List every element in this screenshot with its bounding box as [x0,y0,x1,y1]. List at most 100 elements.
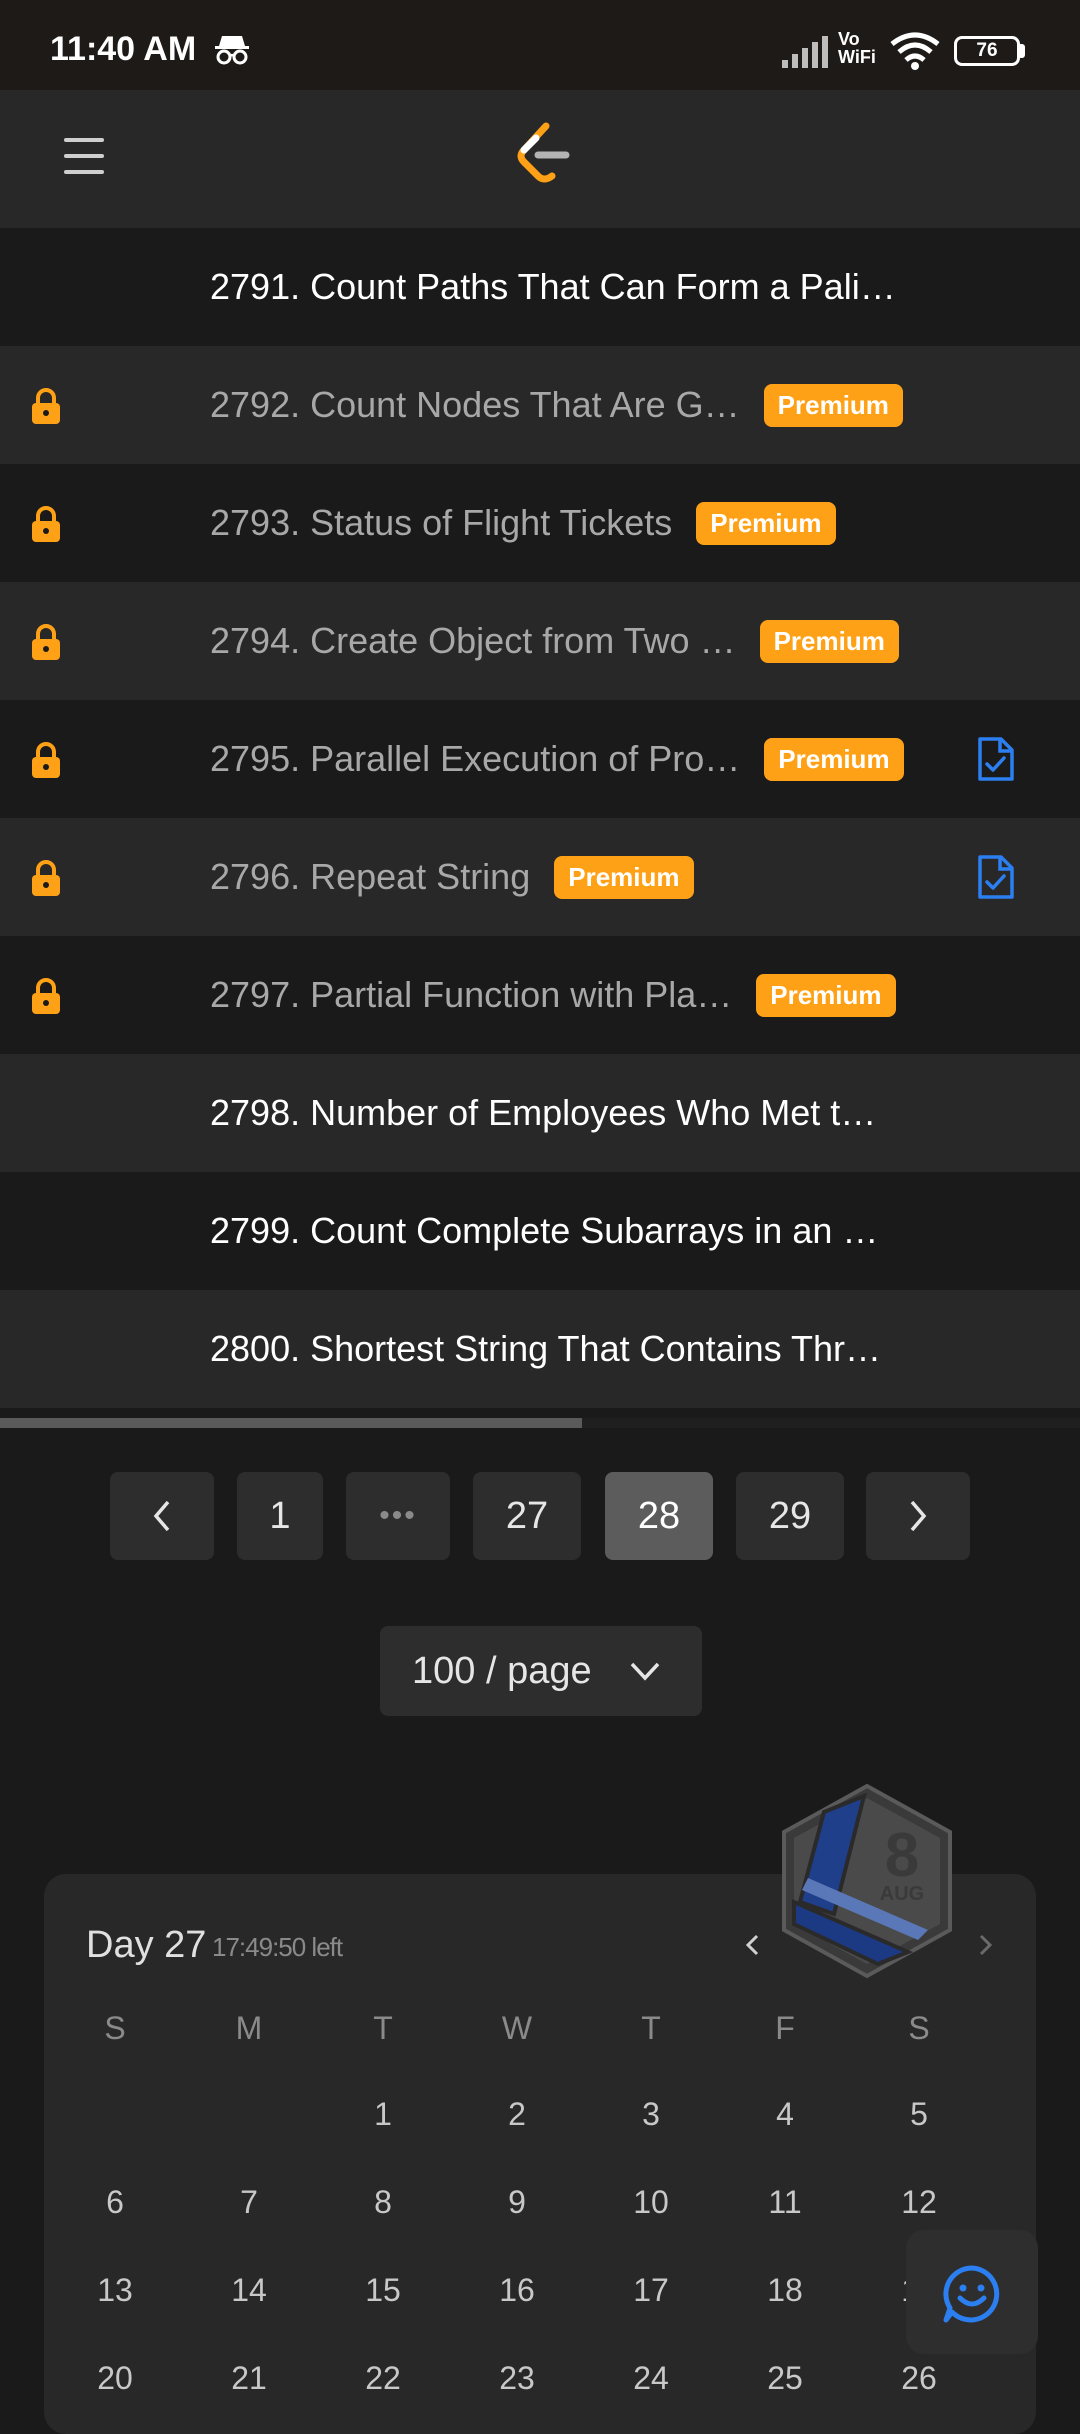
solution-document-icon[interactable] [974,736,1016,782]
calendar-day-cell[interactable]: 12 [879,2184,959,2221]
menu-line [64,138,104,142]
calendar-day-cell[interactable]: 4 [745,2096,825,2133]
problem-row[interactable]: 2791. Count Paths That Can Form a Pali… [0,228,1080,346]
battery-tip [1020,44,1025,58]
calendar-day-cell[interactable]: 3 [611,2096,691,2133]
calendar-day-cell[interactable]: 21 [209,2360,289,2397]
page-button-1[interactable]: 1 [237,1472,323,1560]
problem-row-content: 2792. Count Nodes That Are G… Premium [210,346,903,464]
chevron-right-icon [910,1500,927,1532]
chevron-left-icon [153,1500,170,1532]
problem-row[interactable]: 2794. Create Object from Two … Premium [0,582,1080,700]
page-ellipsis[interactable]: ••• [346,1472,450,1560]
vowifi-top: Vo [838,29,860,49]
premium-badge: Premium [764,737,904,781]
menu-line [64,170,104,174]
battery-icon: 76 [954,36,1020,66]
page-size-select[interactable]: 100 / page [380,1626,702,1716]
page-button-28-current[interactable]: 28 [605,1472,713,1560]
lock-icon [32,506,60,542]
problem-title[interactable]: 2798. Number of Employees Who Met t… [210,1092,876,1134]
status-bar: 11:40 AM Vo WiFi 76 [0,0,1080,90]
calendar-day-cell[interactable]: 9 [477,2184,557,2221]
calendar-day-cell[interactable]: 17 [611,2272,691,2309]
page-button-27[interactable]: 27 [473,1472,581,1560]
problem-row-content: 2795. Parallel Execution of Pro… Premium [210,700,904,818]
calendar-day-cell[interactable]: 8 [343,2184,423,2221]
problem-row[interactable]: 2798. Number of Employees Who Met t… [0,1054,1080,1172]
calendar-day-cell[interactable]: 23 [477,2360,557,2397]
premium-badge: Premium [759,619,899,663]
feedback-chat-button[interactable] [906,2230,1038,2354]
calendar-day-cell[interactable]: 7 [209,2184,289,2221]
monthly-badge-icon[interactable]: 8 AUG [778,1782,956,1980]
next-page-button[interactable] [866,1472,970,1560]
problem-title[interactable]: 2793. Status of Flight Tickets [210,502,672,544]
problem-row[interactable]: 2796. Repeat String Premium [0,818,1080,936]
app-header [0,90,1080,228]
calendar-day-cell[interactable]: 13 [75,2272,155,2309]
lock-icon [32,860,60,896]
vowifi-bottom: WiFi [838,47,876,67]
problem-row[interactable]: 2795. Parallel Execution of Pro… Premium [0,700,1080,818]
calendar-day-label: Day 27 [86,1924,207,1966]
calendar-day-cell[interactable]: 5 [879,2096,959,2133]
calendar-day-cell[interactable]: 20 [75,2360,155,2397]
calendar-day-cell[interactable]: 10 [611,2184,691,2221]
calendar-weekday: F [775,2010,795,2046]
calendar-time-left: 17:49:50 left [212,1932,343,1962]
calendar-day-cell[interactable]: 14 [209,2272,289,2309]
problem-row-content: 2798. Number of Employees Who Met t… [210,1054,876,1172]
menu-button[interactable] [64,138,104,174]
calendar-day-cell[interactable]: 1 [343,2096,423,2133]
problem-row[interactable]: 2797. Partial Function with Pla… Premium [0,936,1080,1054]
problem-title[interactable]: 2792. Count Nodes That Are G… [210,384,740,426]
leetcode-logo-icon[interactable] [514,122,570,188]
problem-row[interactable]: 2800. Shortest String That Contains Thr… [0,1290,1080,1408]
calendar-day-cell[interactable]: 16 [477,2272,557,2309]
problem-row[interactable]: 2792. Count Nodes That Are G… Premium [0,346,1080,464]
horizontal-scroll-thumb[interactable] [0,1418,582,1428]
calendar-day-cell[interactable]: 2 [477,2096,557,2133]
problem-row[interactable]: 2793. Status of Flight Tickets Premium [0,464,1080,582]
calendar-weekday: S [908,2010,930,2046]
calendar-day-cell[interactable]: 11 [745,2184,825,2221]
page-button-29[interactable]: 29 [736,1472,844,1560]
lock-icon [32,978,60,1014]
vowifi-indicator: Vo WiFi [838,30,876,66]
problem-title[interactable]: 2795. Parallel Execution of Pro… [210,738,740,780]
problem-row[interactable]: 2799. Count Complete Subarrays in an … [0,1172,1080,1290]
calendar-weekday: M [235,2010,263,2046]
calendar-day-cell[interactable]: 26 [879,2360,959,2397]
calendar-day-cell[interactable]: 25 [745,2360,825,2397]
problem-row-content: 2797. Partial Function with Pla… Premium [210,936,896,1054]
calendar-next-month-icon[interactable] [970,1930,1000,1960]
problem-title[interactable]: 2800. Shortest String That Contains Thr… [210,1328,881,1370]
premium-badge: Premium [756,973,896,1017]
problem-row-content: 2796. Repeat String Premium [210,818,694,936]
battery-level: 76 [976,40,998,61]
calendar-day-cell[interactable]: 18 [745,2272,825,2309]
calendar-day-cell[interactable]: 24 [611,2360,691,2397]
problem-title[interactable]: 2799. Count Complete Subarrays in an … [210,1210,878,1252]
problem-title[interactable]: 2797. Partial Function with Pla… [210,974,732,1016]
premium-badge: Premium [554,855,694,899]
lock-icon [32,388,60,424]
problem-title[interactable]: 2791. Count Paths That Can Form a Pali… [210,266,896,308]
problem-title[interactable]: 2794. Create Object from Two … [210,620,736,662]
chevron-down-icon [630,1662,660,1681]
problem-row-content: 2800. Shortest String That Contains Thr… [210,1290,881,1408]
calendar-day-cell[interactable]: 22 [343,2360,423,2397]
signal-icon [782,36,828,68]
problem-title[interactable]: 2796. Repeat String [210,856,530,898]
calendar-prev-month-icon[interactable] [738,1930,768,1960]
status-time: 11:40 AM [50,30,197,68]
prev-page-button[interactable] [110,1472,214,1560]
solution-document-icon[interactable] [974,854,1016,900]
menu-line [64,154,104,158]
calendar-weekday: T [641,2010,661,2046]
calendar-weekday: S [104,2010,126,2046]
calendar-day-cell[interactable]: 6 [75,2184,155,2221]
calendar-day-cell[interactable]: 15 [343,2272,423,2309]
page-size-value: 100 / page [412,1649,592,1692]
